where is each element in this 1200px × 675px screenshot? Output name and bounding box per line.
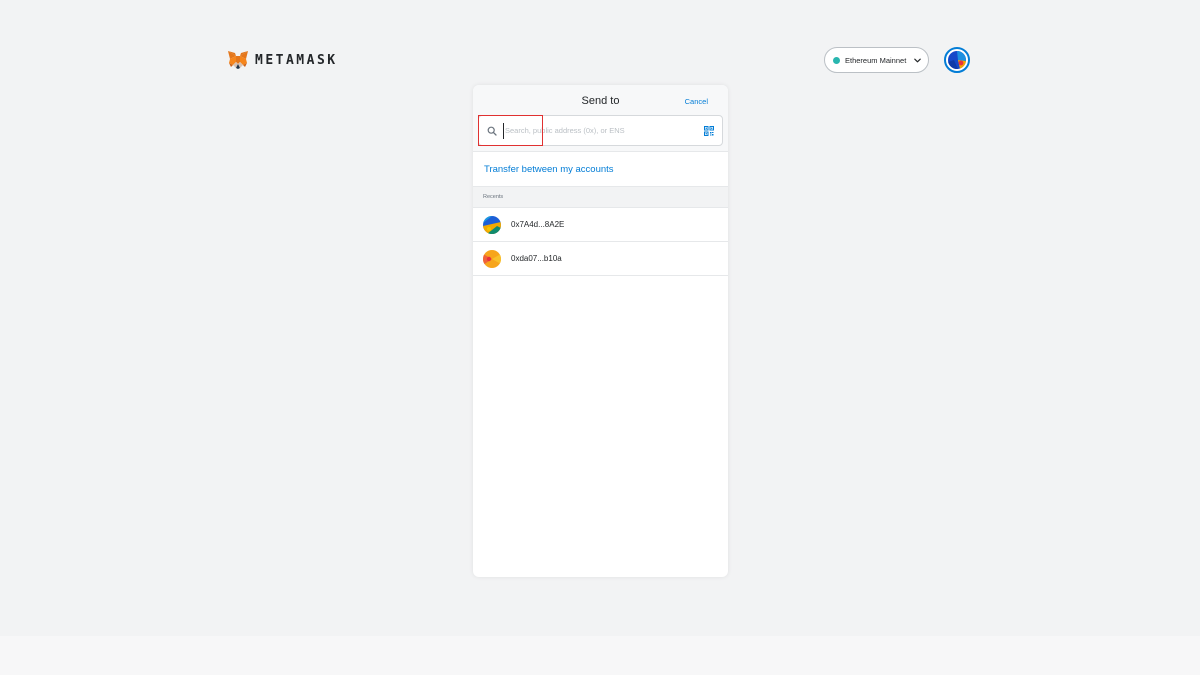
brand-wordmark: METAMASK [255, 52, 338, 68]
search-input[interactable] [503, 122, 704, 139]
address-identicon-icon [483, 249, 501, 268]
recents-section-label: Recents [473, 187, 728, 208]
send-header: Send to Cancel [473, 85, 728, 152]
search-icon [487, 126, 497, 136]
recent-address: 0x7A4d...8A2E [511, 220, 565, 229]
recent-address-row[interactable]: 0xda07...b10a [473, 242, 728, 276]
recent-address-row[interactable]: 0x7A4d...8A2E [473, 208, 728, 242]
network-status-dot [833, 56, 840, 64]
qr-code-icon[interactable] [704, 125, 714, 136]
chevron-down-icon [914, 58, 921, 62]
metamask-logo[interactable]: METAMASK [227, 50, 338, 70]
network-selector[interactable]: Ethereum Mainnet [824, 47, 929, 73]
recent-address: 0xda07...b10a [511, 254, 562, 263]
send-panel: Send to Cancel Transfer between [473, 85, 728, 577]
account-menu-button[interactable] [944, 47, 970, 73]
fox-icon [228, 51, 248, 69]
address-identicon-icon [483, 215, 501, 234]
account-identicon-icon [948, 51, 966, 69]
transfer-between-accounts-link[interactable]: Transfer between my accounts [473, 152, 728, 187]
cancel-button[interactable]: Cancel [685, 97, 708, 106]
search-box[interactable] [478, 115, 723, 146]
network-name: Ethereum Mainnet [845, 55, 907, 65]
page-footer-strip [0, 636, 1200, 675]
